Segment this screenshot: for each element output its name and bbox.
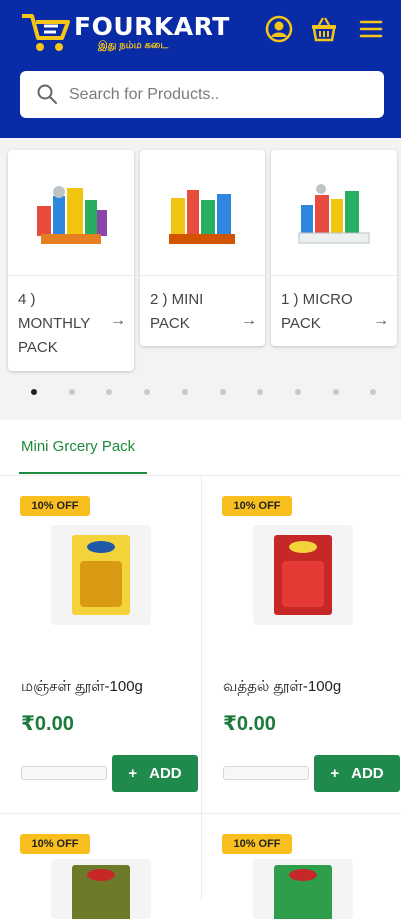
brand-logo[interactable]: FOURKART இது நம்ம கடை	[18, 6, 229, 56]
carousel-dot[interactable]	[31, 389, 37, 395]
product-price: ₹0.00	[21, 713, 74, 735]
brand-name: FOURKART	[74, 12, 230, 41]
carousel-dot[interactable]	[219, 389, 226, 395]
carousel-dots[interactable]	[0, 383, 401, 403]
category-tabs: Mini Grcery Pack	[0, 420, 401, 476]
search-input[interactable]: Search for Products..	[20, 71, 384, 118]
account-icon[interactable]	[264, 14, 294, 44]
cart-logo-icon	[22, 14, 70, 51]
discount-badge: 10% OFF	[222, 496, 292, 516]
carousel-dot[interactable]	[294, 389, 301, 395]
product-name[interactable]: வத்தல் தூள்-100g	[223, 678, 341, 697]
category-label: 1 ) MICRO PACK	[281, 291, 353, 332]
category-card-monthly[interactable]: 4 ) MONTHLY PACK →	[8, 150, 134, 371]
carousel-dot[interactable]	[257, 389, 264, 395]
carousel-dot[interactable]	[181, 389, 188, 395]
category-card-micro[interactable]: 1 ) MICRO PACK →	[271, 150, 397, 346]
category-card-mini[interactable]: 2 ) MINI PACK →	[140, 150, 265, 346]
category-carousel[interactable]: 4 ) MONTHLY PACK → 2 ) MINI PACK → 1 ) M…	[0, 138, 401, 420]
plus-icon: +	[330, 765, 340, 782]
tab-mini-grocery-pack[interactable]: Mini Grcery Pack	[21, 438, 135, 455]
quantity-field[interactable]	[223, 766, 309, 780]
search-icon	[37, 84, 57, 104]
add-button[interactable]: + ADD	[112, 755, 198, 792]
product-card[interactable]: 10% OFF மஞ்சள் தூள்-100g ₹0.00 + ADD	[0, 476, 200, 813]
add-button-label: ADD	[149, 765, 182, 782]
basket-icon[interactable]	[309, 14, 339, 44]
grid-divider	[0, 813, 401, 814]
category-image	[140, 150, 265, 276]
arrow-right-icon: →	[373, 312, 389, 329]
category-label: 2 ) MINI PACK	[150, 291, 204, 332]
discount-badge: 10% OFF	[20, 496, 90, 516]
product-image[interactable]	[253, 859, 353, 919]
product-image[interactable]	[51, 859, 151, 919]
brand-tagline: இது நம்ம கடை	[98, 40, 169, 51]
category-image	[8, 150, 134, 276]
add-button-label: ADD	[351, 765, 384, 782]
carousel-dot[interactable]	[144, 389, 151, 395]
carousel-dot[interactable]	[68, 389, 75, 395]
menu-icon[interactable]	[356, 14, 386, 44]
search-placeholder: Search for Products..	[69, 86, 220, 103]
carousel-dot[interactable]	[106, 389, 113, 395]
category-label: 4 ) MONTHLY PACK	[18, 291, 90, 356]
product-image[interactable]	[253, 525, 353, 625]
product-image[interactable]	[51, 525, 151, 625]
product-card[interactable]: 10% OFF	[0, 834, 200, 919]
category-image	[271, 150, 397, 276]
carousel-dot[interactable]	[370, 389, 377, 395]
product-grid: 10% OFF மஞ்சள் தூள்-100g ₹0.00 + ADD 10%…	[0, 476, 401, 919]
product-price: ₹0.00	[223, 713, 276, 735]
quantity-field[interactable]	[21, 766, 107, 780]
product-name[interactable]: மஞ்சள் தூள்-100g	[21, 678, 143, 697]
arrow-right-icon: →	[110, 312, 126, 329]
plus-icon: +	[128, 765, 138, 782]
carousel-dot[interactable]	[332, 389, 339, 395]
active-tab-indicator	[19, 472, 147, 474]
discount-badge: 10% OFF	[222, 834, 292, 854]
top-header: FOURKART இது நம்ம கடை Search for Product…	[0, 0, 401, 138]
product-card[interactable]: 10% OFF	[202, 834, 401, 919]
discount-badge: 10% OFF	[20, 834, 90, 854]
add-button[interactable]: + ADD	[314, 755, 400, 792]
arrow-right-icon: →	[241, 312, 257, 329]
product-card[interactable]: 10% OFF வத்தல் தூள்-100g ₹0.00 + ADD	[202, 476, 401, 813]
